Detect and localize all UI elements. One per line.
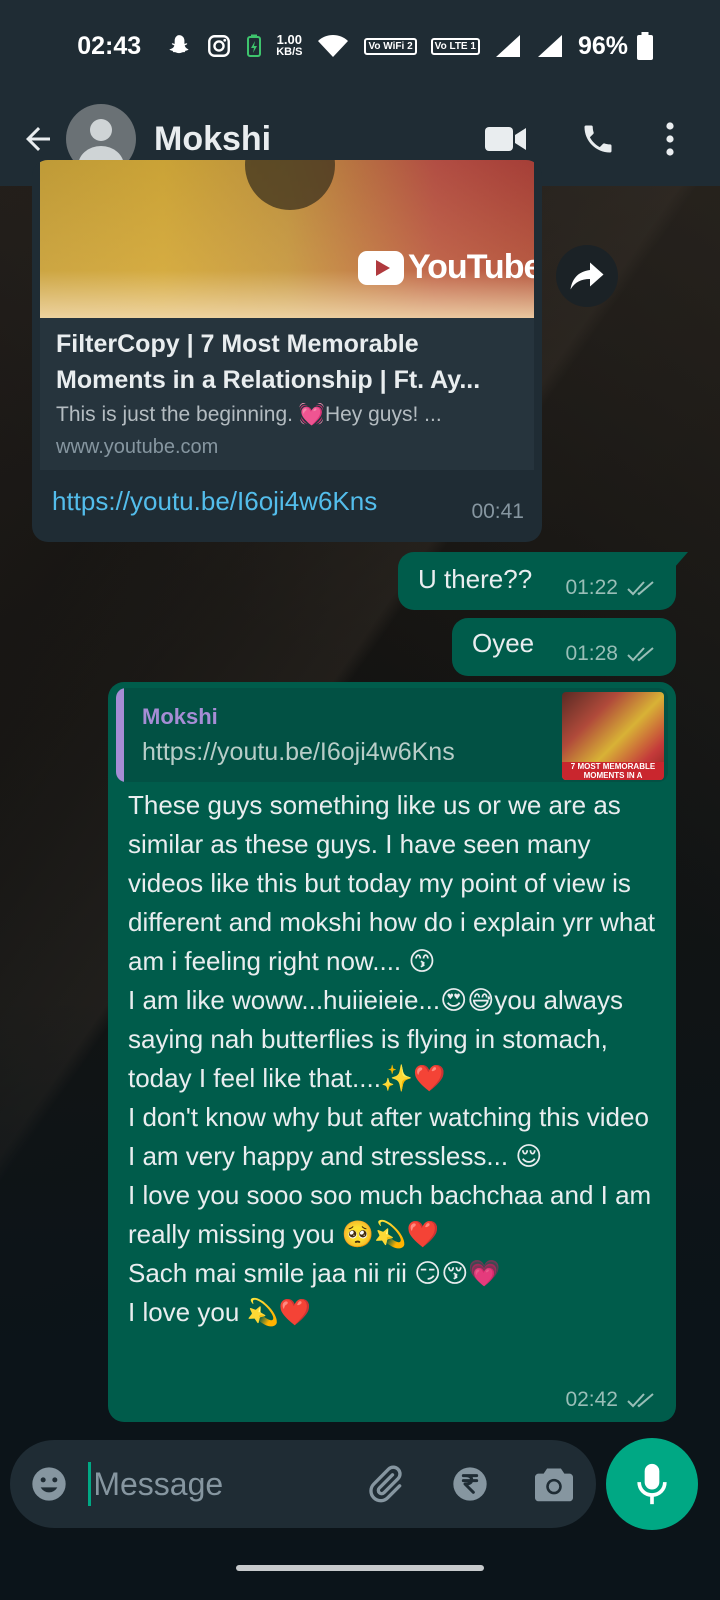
forward-button[interactable] xyxy=(556,245,618,307)
message-link[interactable]: https://youtu.be/I6oji4w6Kns xyxy=(52,486,377,517)
kebab-menu-icon xyxy=(666,122,674,156)
link-preview-title: FilterCopy | 7 Most Memorable Moments in… xyxy=(56,330,481,394)
message-meta: 02:42 xyxy=(565,1388,658,1412)
paperclip-icon xyxy=(369,1465,403,1503)
message-text: Oyee xyxy=(472,628,535,658)
outgoing-message[interactable]: Oyee 01:28 xyxy=(452,618,676,676)
outgoing-reply-message[interactable]: Mokshi https://youtu.be/I6oji4w6Kns 7 MO… xyxy=(108,682,676,1422)
signal-strength-1-icon xyxy=(494,33,522,59)
system-navigation-bar xyxy=(0,1540,720,1600)
wifi-icon xyxy=(316,33,350,59)
double-tick-icon xyxy=(626,1391,658,1409)
play-icon xyxy=(245,160,335,210)
battery-percent: 96% xyxy=(577,31,628,60)
message-text: U there?? xyxy=(418,564,533,594)
emoji-icon xyxy=(32,1467,66,1501)
contact-name[interactable]: Mokshi xyxy=(154,120,470,159)
emoji-button[interactable] xyxy=(10,1440,88,1528)
battery-icon xyxy=(637,32,653,60)
status-bar: 02:43 1.00 KB/S Vo WiFi 2 Vo LTE 1 96% xyxy=(0,0,720,92)
voice-call-button[interactable] xyxy=(562,103,634,175)
vowifi-badge: Vo WiFi 2 xyxy=(364,37,417,55)
attach-button[interactable] xyxy=(343,1440,427,1528)
message-input[interactable] xyxy=(93,1465,344,1503)
snapchat-icon xyxy=(166,33,192,59)
payment-button[interactable] xyxy=(428,1440,512,1528)
double-tick-icon xyxy=(626,645,658,663)
message-time: 02:42 xyxy=(565,1388,618,1411)
quoted-message[interactable]: Mokshi https://youtu.be/I6oji4w6Kns 7 MO… xyxy=(116,688,668,782)
message-time: 01:28 xyxy=(565,642,618,665)
message-time: 00:41 xyxy=(471,500,524,523)
message-paragraph: These guys something like us or we are a… xyxy=(128,790,656,976)
more-options-button[interactable] xyxy=(634,103,706,175)
home-gesture-handle[interactable] xyxy=(236,1565,484,1571)
message-paragraph: I am like woww...huiieieie...😍😅you alway… xyxy=(128,985,623,1093)
status-time: 02:43 xyxy=(77,31,142,60)
message-composer xyxy=(10,1440,596,1528)
message-paragraph: I love you 💫❤️ xyxy=(128,1297,312,1327)
forward-arrow-icon xyxy=(570,262,604,290)
instagram-icon xyxy=(206,33,232,59)
quoted-sender-name: Mokshi xyxy=(142,704,218,729)
voice-message-button[interactable] xyxy=(606,1438,698,1530)
quoted-text: https://youtu.be/I6oji4w6Kns xyxy=(142,738,455,766)
message-paragraph: I love you sooo soo much bachchaa and I … xyxy=(128,1180,652,1249)
video-camera-icon xyxy=(485,127,526,151)
signal-strength-2-icon xyxy=(536,33,564,59)
link-preview-domain: www.youtube.com xyxy=(56,436,219,458)
text-cursor xyxy=(88,1462,92,1506)
network-speed: 1.00 KB/S xyxy=(276,32,303,58)
message-meta: 01:22 xyxy=(565,576,658,600)
message-time: 01:22 xyxy=(565,576,618,599)
message-text: These guys something like us or we are a… xyxy=(128,786,658,1332)
message-paragraph: Sach mai smile jaa nii rii 😏😚💗 xyxy=(128,1258,501,1288)
rupee-icon xyxy=(453,1467,487,1501)
youtube-logo: YouTube xyxy=(358,248,534,287)
microphone-icon xyxy=(637,1463,667,1505)
phone-icon xyxy=(584,125,612,153)
incoming-link-message[interactable]: YouTube FilterCopy | 7 Most Memorable Mo… xyxy=(32,160,542,542)
double-tick-icon xyxy=(626,579,658,597)
video-thumbnail[interactable]: YouTube xyxy=(40,160,534,318)
camera-button[interactable] xyxy=(512,1440,596,1528)
volte-badge: Vo LTE 1 xyxy=(430,37,480,55)
outgoing-message[interactable]: U there?? 01:22 xyxy=(398,552,688,610)
message-paragraph: I don't know why but after watching this… xyxy=(128,1102,649,1171)
battery-saver-icon xyxy=(246,34,262,58)
link-preview[interactable]: FilterCopy | 7 Most Memorable Moments in… xyxy=(40,318,534,470)
quoted-thumbnail: 7 MOST MEMORABLE MOMENTS IN A RELATIONSH… xyxy=(562,692,664,780)
message-meta: 01:28 xyxy=(565,642,658,666)
camera-icon xyxy=(534,1468,573,1502)
back-arrow-icon xyxy=(26,127,50,151)
link-preview-description: This is just the beginning. 💓Hey guys! .… xyxy=(56,403,442,426)
